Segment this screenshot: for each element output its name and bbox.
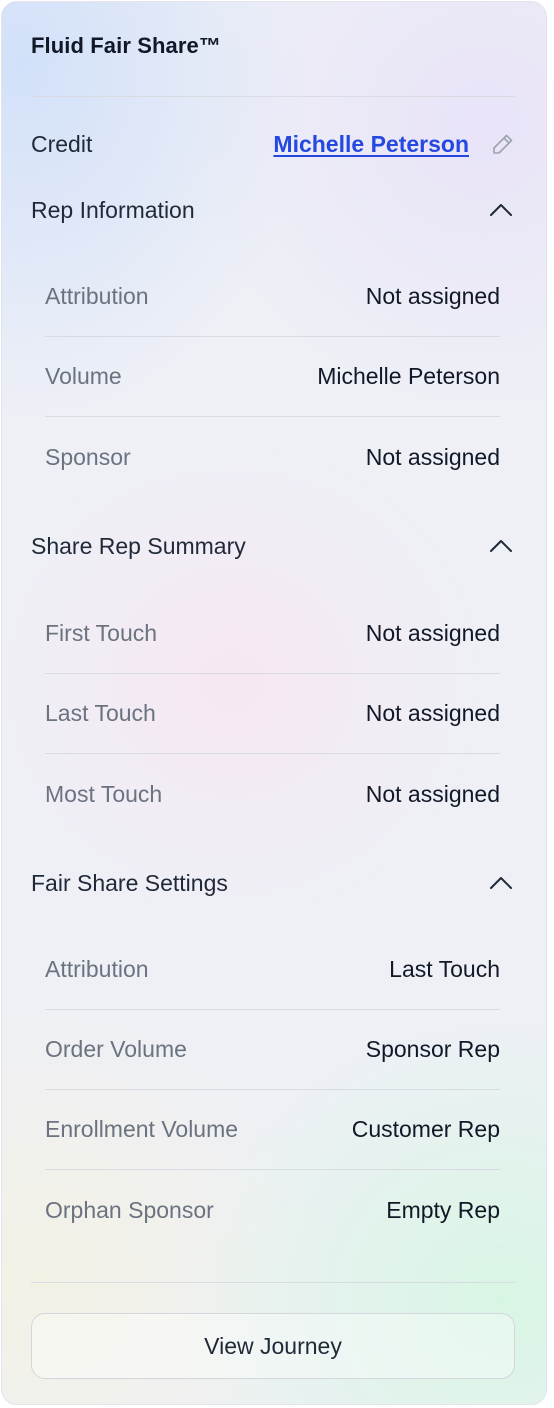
row-label: Attribution — [45, 956, 149, 982]
section-title: Fair Share Settings — [31, 869, 228, 896]
footer-divider — [31, 1282, 515, 1283]
row-value: Customer Rep — [351, 1116, 500, 1142]
header-divider — [31, 96, 515, 97]
row-label: Most Touch — [45, 780, 163, 807]
row-value: Not assigned — [365, 283, 500, 309]
credit-label: Credit — [31, 130, 93, 157]
row-value: Michelle Peterson — [317, 363, 500, 389]
row-value: Not assigned — [365, 443, 500, 470]
list-item: Enrollment Volume Customer Rep — [45, 1090, 500, 1170]
row-value: Sponsor Rep — [365, 1036, 500, 1062]
row-value: Not assigned — [365, 700, 500, 726]
row-label: Volume — [45, 363, 122, 389]
section-header-rep-information[interactable]: Rep Information — [31, 190, 515, 230]
row-label: Last Touch — [45, 700, 156, 726]
list-item: Volume Michelle Peterson — [45, 337, 500, 417]
section-header-share-rep-summary[interactable]: Share Rep Summary — [31, 526, 515, 566]
section-header-fair-share-settings[interactable]: Fair Share Settings — [31, 863, 515, 903]
fair-share-settings-rows: Attribution Last Touch Order Volume Spon… — [45, 930, 500, 1250]
chevron-up-icon[interactable] — [487, 532, 515, 560]
row-label: Orphan Sponsor — [45, 1196, 214, 1223]
credit-rep-link[interactable]: Michelle Peterson — [273, 131, 469, 158]
row-value: Last Touch — [389, 956, 500, 982]
row-label: Attribution — [45, 283, 149, 309]
credit-row: Credit Michelle Peterson — [31, 126, 515, 162]
row-value: Not assigned — [365, 780, 500, 807]
panel-title: Fluid Fair Share™ — [31, 33, 221, 58]
chevron-up-icon[interactable] — [487, 869, 515, 897]
row-label: First Touch — [45, 620, 158, 646]
share-rep-summary-rows: First Touch Not assigned Last Touch Not … — [45, 594, 500, 834]
section-title: Share Rep Summary — [31, 532, 246, 559]
rep-information-rows: Attribution Not assigned Volume Michelle… — [45, 257, 500, 497]
list-item: Order Volume Sponsor Rep — [45, 1010, 500, 1090]
row-label: Order Volume — [45, 1036, 187, 1062]
list-item: Sponsor Not assigned — [45, 417, 500, 497]
pencil-icon[interactable] — [491, 132, 515, 156]
row-value: Empty Rep — [386, 1196, 500, 1223]
row-label: Sponsor — [45, 443, 131, 470]
chevron-up-icon[interactable] — [487, 196, 515, 224]
section-title: Rep Information — [31, 196, 195, 223]
row-value: Not assigned — [365, 620, 500, 646]
list-item: First Touch Not assigned — [45, 594, 500, 674]
list-item: Most Touch Not assigned — [45, 754, 500, 834]
row-label: Enrollment Volume — [45, 1116, 239, 1142]
view-journey-button[interactable]: View Journey — [31, 1313, 515, 1379]
list-item: Last Touch Not assigned — [45, 674, 500, 754]
list-item: Attribution Not assigned — [45, 257, 500, 337]
list-item: Attribution Last Touch — [45, 930, 500, 1010]
list-item: Orphan Sponsor Empty Rep — [45, 1170, 500, 1250]
fair-share-panel: Fluid Fair Share™ Credit Michelle Peters… — [1, 1, 547, 1405]
